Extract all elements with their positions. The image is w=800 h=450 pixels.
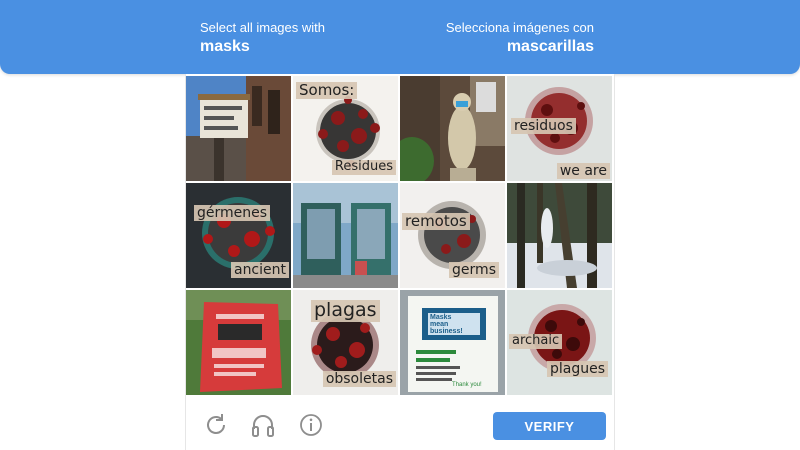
sign-thanks: Thank you! [452,382,482,388]
tile-word: Somos: [296,81,358,100]
masks-sign-image [400,290,505,395]
tile-word: residuos [511,118,576,135]
tile-word: gérmenes [194,205,271,222]
tile-word: archaic [509,333,563,349]
tile-word: plagues [546,360,608,377]
park-sign-image [186,290,291,395]
challenge-header: Select all images with masks Selecciona … [0,0,800,74]
tile-word: ancient [230,261,289,278]
instruction-english: Select all images with masks [200,20,325,58]
tile-word: remotos [402,212,470,231]
refresh-icon[interactable] [203,412,229,438]
tile-word: plagas [311,299,380,322]
image-tile-3[interactable] [400,76,505,181]
image-tile-4[interactable]: residuos we are [507,76,612,181]
image-tile-9[interactable] [186,290,291,395]
theater-marquee-image [186,76,291,181]
instruction-text-en: Select all images with [200,20,325,35]
image-tile-12[interactable]: archaic plagues [507,290,612,395]
storefront-image [293,183,398,288]
image-tile-11[interactable]: Masks mean business! Thank you! [400,290,505,395]
image-tile-10[interactable]: plagas obsoletas [293,290,398,395]
instruction-spanish: Selecciona imágenes con mascarillas [446,20,594,58]
masked-statue-image [400,76,505,181]
sign-text: Masks mean business! [430,314,463,335]
info-icon[interactable] [298,412,324,438]
image-tile-1[interactable] [186,76,291,181]
target-word-es: mascarillas [506,38,594,55]
snowy-forest-image [507,183,612,288]
image-grid: Somos: Residues residuos we are gérmenes… [186,76,612,400]
image-tile-8[interactable] [507,183,612,288]
verify-button[interactable]: VERIFY [493,412,606,440]
tile-word: we are [556,162,610,179]
tile-word: Residues [331,159,396,175]
image-tile-2[interactable]: Somos: Residues [293,76,398,181]
image-tile-5[interactable]: gérmenes ancient [186,183,291,288]
instruction-text-es: Selecciona imágenes con [445,20,594,35]
audio-headphones-icon[interactable] [250,412,276,438]
tile-word: germs [449,261,499,278]
image-tile-7[interactable]: remotos germs [400,183,505,288]
target-word-en: masks [200,38,250,55]
tile-word: obsoletas [322,370,396,387]
image-tile-6[interactable] [293,183,398,288]
